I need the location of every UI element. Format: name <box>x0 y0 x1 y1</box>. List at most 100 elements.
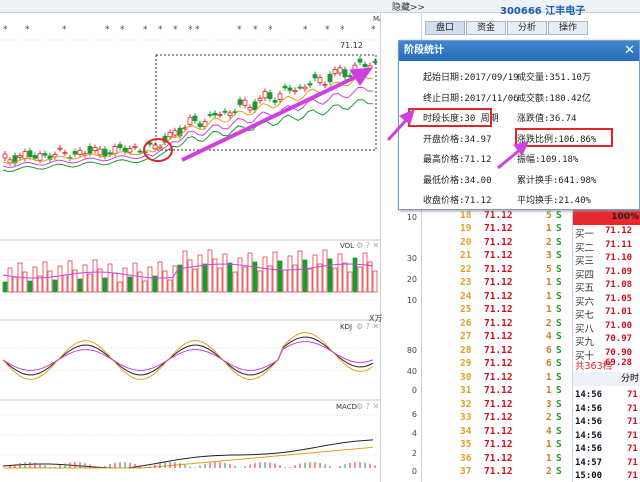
candle <box>217 114 223 117</box>
total-price: 69.28 <box>605 358 633 368</box>
tick-row: 30 71.12 1 S <box>422 372 572 385</box>
tick-s: S <box>556 385 562 396</box>
tick-v: 1 <box>546 452 552 464</box>
candle <box>297 86 303 89</box>
tick-p: 71.12 <box>484 466 513 477</box>
bid-price: 71.05 <box>605 293 633 304</box>
trade-price: 71. <box>627 390 640 400</box>
tick-n: 21 <box>460 250 472 261</box>
tab-fenxi[interactable]: 分析 <box>507 21 547 35</box>
candle <box>42 153 48 156</box>
volume-bar <box>307 268 313 293</box>
candle <box>247 107 253 111</box>
tick-row: 19 71.12 1 S <box>422 223 572 236</box>
candle <box>307 83 313 86</box>
marker-star: * <box>195 25 200 35</box>
volume-bar <box>82 264 88 293</box>
candle <box>367 65 373 69</box>
trade-row: 15:00 71. <box>575 471 640 481</box>
trade-time: 14:56 <box>575 390 603 400</box>
tick-n: 33 <box>460 412 472 423</box>
trade-time: 15:00 <box>575 471 603 481</box>
candle <box>267 92 273 100</box>
tab-zijin[interactable]: 资金 <box>466 21 506 35</box>
tick-n: 22 <box>460 263 472 275</box>
close-icon[interactable]: ✕ <box>624 43 635 58</box>
volume-bar <box>277 260 283 293</box>
bid-label: 买四 <box>575 269 595 281</box>
bid-price: 71.00 <box>605 320 633 331</box>
tab-pankou[interactable]: 盘口 <box>425 21 465 35</box>
tick-v: 5 <box>546 209 552 221</box>
trade-time: 14:57 <box>575 457 603 468</box>
axis-label: 6 <box>411 410 417 419</box>
candle <box>237 99 243 105</box>
trade-row: 14:56 71. <box>575 431 640 441</box>
hide-panel-button[interactable]: 隐藏>> <box>392 0 425 13</box>
volume-bar <box>52 279 58 293</box>
marker-star: * <box>158 25 163 35</box>
tick-n: 23 <box>460 277 472 288</box>
bid-row: 买四 71.09 <box>575 267 640 281</box>
tick-row: 36 71.12 1 S <box>422 453 572 466</box>
stat-item: 振幅:109.18% <box>517 155 579 165</box>
tick-n: 19 <box>460 223 472 234</box>
tick-p: 71.12 <box>484 263 513 275</box>
tick-p: 71.12 <box>484 358 513 369</box>
bid-price: 71.10 <box>605 253 633 263</box>
marker-star: * <box>371 25 376 35</box>
tick-row: 23 71.12 1 S <box>422 277 572 290</box>
tick-n: 29 <box>460 358 472 369</box>
tick-v: 3 <box>546 398 552 410</box>
volume-bar <box>147 266 153 293</box>
volume-bar <box>352 257 358 293</box>
candle <box>302 86 308 90</box>
trade-price: 71. <box>627 457 640 468</box>
tick-s: S <box>556 344 562 356</box>
tick-s: S <box>556 412 562 423</box>
tick-v: 4 <box>546 331 552 342</box>
marker-star: * <box>120 25 125 35</box>
stat-item: 最高价格:71.12 <box>423 155 492 165</box>
tick-v: 5 <box>546 263 552 275</box>
tick-row: 20 71.12 2 S <box>422 237 572 250</box>
stat-item: 平均换手:21.40% <box>517 196 591 206</box>
trade-row: 14:56 71. <box>575 404 640 414</box>
volume-bar <box>107 263 113 293</box>
volume-bar <box>102 277 108 293</box>
tick-row: 24 71.12 1 S <box>422 291 572 304</box>
candle <box>17 155 23 158</box>
tick-s: S <box>556 317 562 329</box>
marker-star: * <box>105 25 110 35</box>
volume-bar <box>332 267 338 293</box>
volume-bar <box>27 280 33 293</box>
marker-star: * <box>237 25 242 35</box>
tick-row: 32 71.12 3 S <box>422 399 572 412</box>
volume-bar <box>327 258 333 293</box>
stat-item: 成交量:351.10万 <box>517 73 591 83</box>
highlight-box <box>408 108 492 127</box>
chart-area[interactable]: * * * * * * * * * * * * * * * * *MA71.12VOL ⚙ ? ✕KDJ ⚙ ? ✕… <box>0 13 392 482</box>
fenshi-header: 分时 <box>573 372 640 386</box>
candle <box>22 151 28 159</box>
tick-p: 71.12 <box>484 209 513 221</box>
bid-price: 70.90 <box>605 347 633 358</box>
trade-row: 14:56 71. <box>575 444 640 454</box>
candle <box>117 144 123 148</box>
tick-v: 2 <box>546 236 552 248</box>
tick-n: 24 <box>460 290 472 302</box>
axis-label: 30 <box>406 254 417 263</box>
candle <box>287 87 293 91</box>
tick-v: 1 <box>546 439 552 450</box>
tab-caozuo[interactable]: 操作 <box>548 21 588 35</box>
volume-bar <box>322 249 328 293</box>
tick-row: 22 71.12 5 S <box>422 264 572 277</box>
tick-p: 71.12 <box>484 277 513 288</box>
tick-n: 37 <box>460 466 472 477</box>
tick-n: 26 <box>460 317 472 329</box>
tick-s: S <box>556 371 562 383</box>
tick-n: 34 <box>460 425 472 437</box>
volume-bar <box>12 276 18 293</box>
bid-label: 买七 <box>575 310 595 321</box>
candle <box>332 69 338 74</box>
